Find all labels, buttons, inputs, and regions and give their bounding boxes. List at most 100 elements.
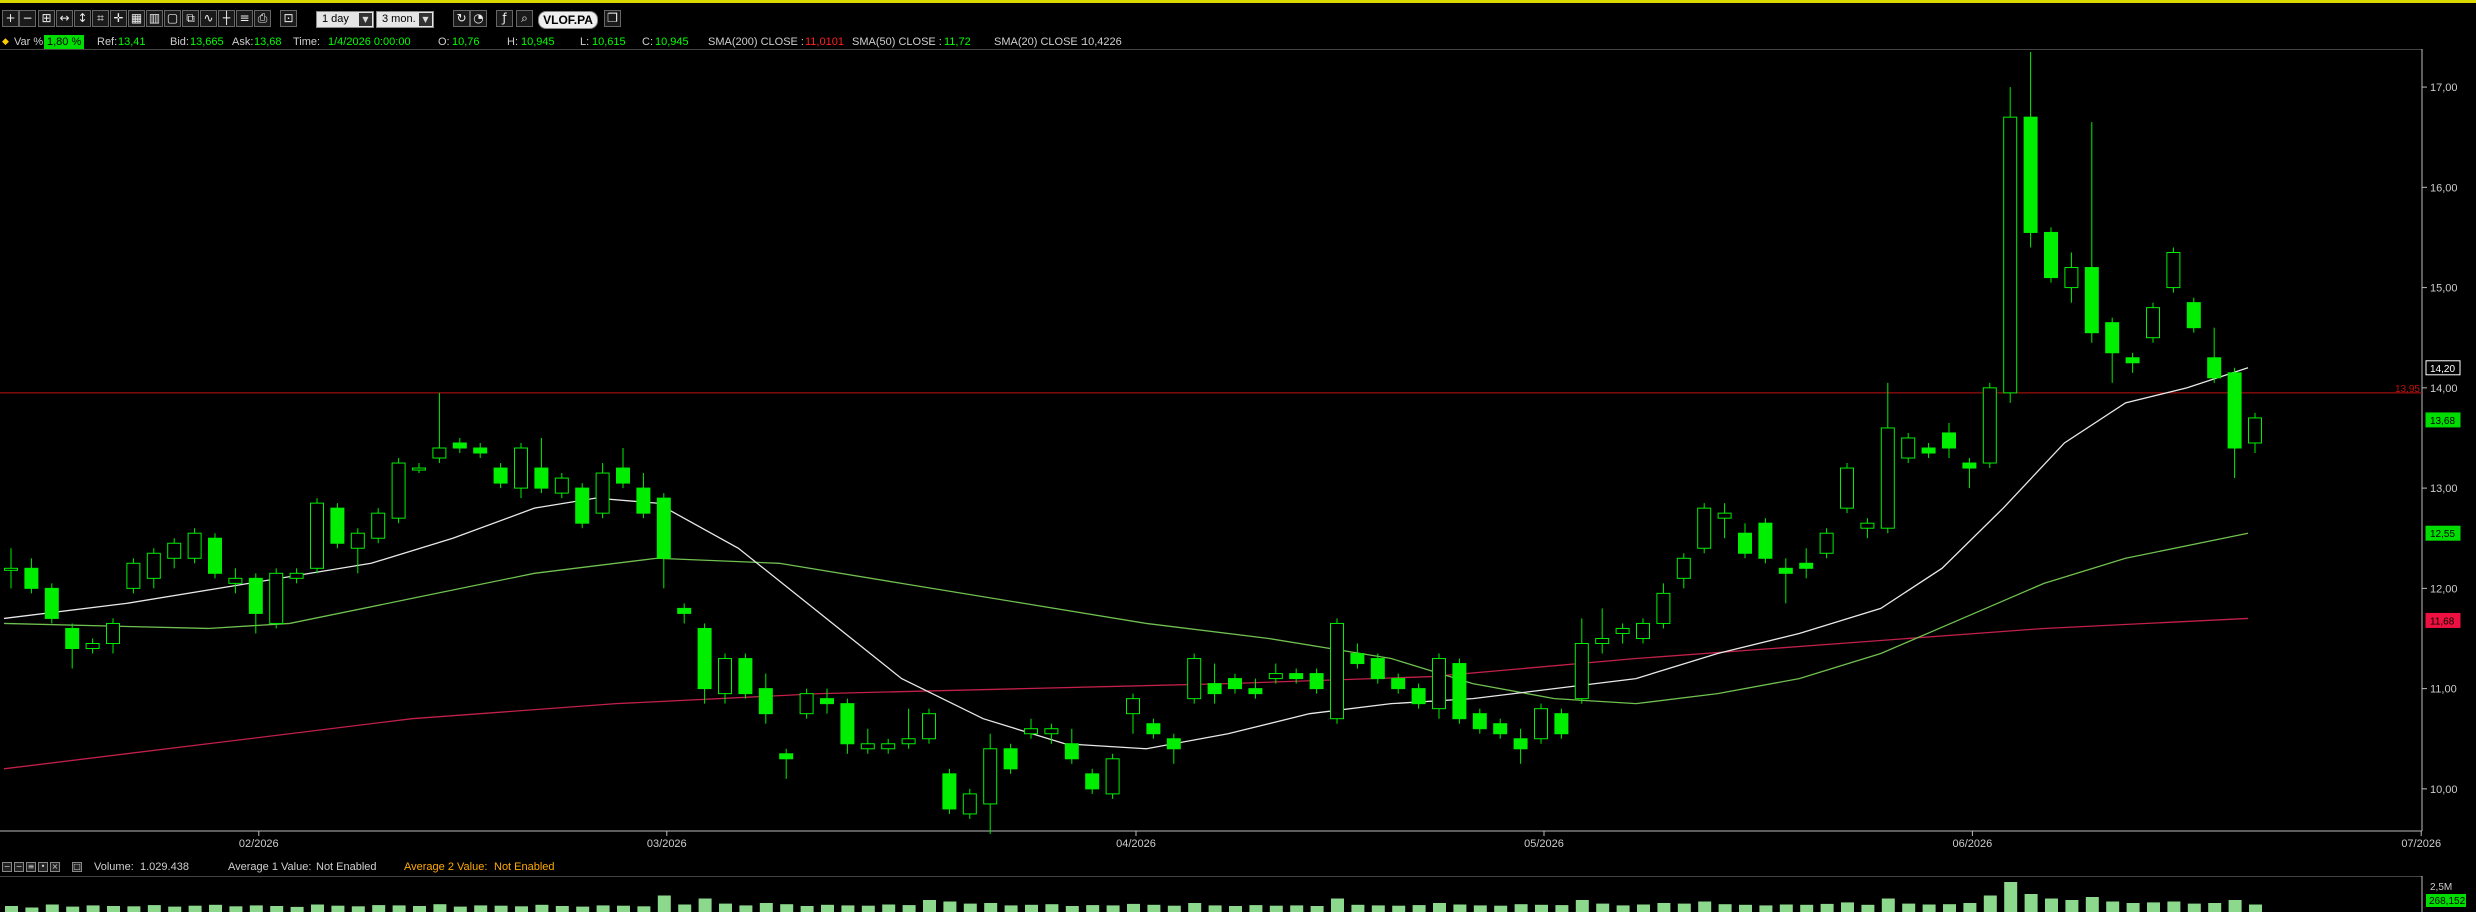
- x-tick-label: 03/2026: [647, 838, 687, 850]
- volume-bar: [535, 904, 549, 912]
- candle-body-down: [1921, 447, 1936, 454]
- volume-bar: [209, 904, 222, 912]
- candle-body-up: [1126, 698, 1140, 715]
- candle-body-down: [44, 587, 59, 619]
- volume-bar: [249, 905, 263, 912]
- volume-bar: [698, 898, 712, 912]
- x-tick-label: 06/2026: [1953, 838, 1993, 850]
- candle-body-down: [636, 487, 651, 514]
- volume-bar: [1473, 905, 1487, 912]
- interval-value: 1 day: [322, 13, 349, 25]
- pin-icon[interactable]: •: [38, 862, 48, 872]
- collapse-icon[interactable]: −: [2, 862, 12, 872]
- candle-body-up: [1819, 532, 1834, 554]
- volume-bar: [1881, 898, 1895, 912]
- quote-info-bar: ◆ Var % 1,80 % Ref: 13,41 Bid: 13,665 As…: [0, 35, 2476, 49]
- volume-bar: [5, 906, 18, 912]
- volume-bar: [270, 906, 284, 912]
- ohlc-icon[interactable]: ┼: [218, 10, 235, 27]
- volume-bar: [1657, 903, 1671, 912]
- print-icon[interactable]: ⎙: [254, 10, 271, 27]
- volume-bar: [25, 907, 39, 912]
- refresh-icon[interactable]: ↻: [453, 10, 470, 27]
- volume-bar: [1331, 898, 1344, 912]
- candle-body-down: [1513, 738, 1528, 750]
- sma20-line: [3, 367, 2249, 750]
- candle-body-up: [126, 562, 141, 589]
- candle-body-down: [738, 658, 753, 695]
- alert-icon[interactable]: ◔: [470, 10, 487, 27]
- volume-bar: [433, 904, 447, 912]
- candle-body-up: [269, 572, 284, 624]
- crosshair-icon[interactable]: ✛: [110, 10, 127, 27]
- interval-select[interactable]: 1 day ▼: [316, 11, 374, 28]
- zoom-out-icon[interactable]: −: [19, 10, 36, 27]
- candle-body-down: [65, 627, 80, 650]
- avg2-label: Average 2 Value:: [404, 861, 488, 873]
- candle-body-up: [106, 622, 120, 645]
- range-select[interactable]: 3 mon. ▼: [376, 11, 434, 28]
- volume-bar: [617, 905, 630, 912]
- avg1-label: Average 1 Value:: [228, 861, 312, 873]
- x-tick-label: 05/2026: [1524, 838, 1564, 850]
- volume-chart[interactable]: 2,5M 268,152: [0, 876, 2476, 912]
- candle-body-down: [2084, 267, 2099, 334]
- volume-bar: [1188, 903, 1202, 912]
- close-value: 10,945: [655, 36, 689, 48]
- expand-icon[interactable]: □: [72, 862, 82, 872]
- candle-body-down: [1554, 713, 1569, 735]
- ask-value: 13,68: [254, 36, 282, 48]
- bar-chart-icon[interactable]: ▥: [146, 10, 163, 27]
- grid-icon[interactable]: ▦: [128, 10, 145, 27]
- settings-icon[interactable]: ≡: [26, 862, 36, 872]
- candle-body-down: [1472, 713, 1487, 730]
- zoom-in-icon[interactable]: +: [2, 10, 19, 27]
- candlestick-icon[interactable]: ⧉: [182, 10, 199, 27]
- minimize-icon[interactable]: −: [14, 862, 24, 872]
- save-icon[interactable]: ⊡: [280, 10, 297, 27]
- x-tick-label: 02/2026: [239, 838, 279, 850]
- volume-bar: [637, 906, 651, 912]
- candle-body-up: [289, 572, 304, 579]
- candle-body-up: [2003, 116, 2018, 394]
- zoom-y-icon[interactable]: ↕: [74, 10, 91, 27]
- volume-bar: [1086, 905, 1100, 912]
- window-icon[interactable]: ▢: [164, 10, 181, 27]
- close-icon[interactable]: ×: [50, 862, 60, 872]
- price-chart[interactable]: 10,00 11,00 12,00 13,00 14,00 15,00 16,00 17,00…: [0, 49, 2476, 858]
- candle-body-down: [1064, 743, 1079, 760]
- volume-bar: [66, 906, 80, 912]
- candle-body-up: [1697, 507, 1712, 549]
- symbol-field[interactable]: VLOF.PA: [538, 11, 598, 29]
- candle-body-up: [595, 472, 610, 514]
- candle-body-up: [1840, 467, 1854, 509]
- var-label: Var %: [14, 36, 44, 48]
- volume-bar: [902, 905, 916, 912]
- volume-bar: [1943, 904, 1956, 912]
- volume-bar: [1106, 905, 1120, 912]
- high-value: 10,945: [521, 36, 555, 48]
- candle-body-up: [412, 467, 426, 471]
- volume-bar: [1208, 905, 1222, 912]
- indicator-icon[interactable]: ƒ: [496, 10, 513, 27]
- search-icon[interactable]: ⌕: [516, 10, 533, 27]
- candle-body-down: [1962, 462, 1977, 469]
- x-tick-label: 07/2026: [2401, 838, 2441, 850]
- candle-body-up: [922, 713, 936, 740]
- line-chart-icon[interactable]: ∿: [200, 10, 217, 27]
- volume-bar: [1555, 905, 1569, 912]
- zoom-fit-icon[interactable]: ⊞: [38, 10, 55, 27]
- window-copy-icon[interactable]: ❐: [604, 10, 621, 27]
- ruler-icon[interactable]: ≡: [236, 10, 253, 27]
- volume-bar: [2147, 902, 2160, 912]
- chevron-down-icon: ▼: [359, 13, 372, 26]
- volume-bar: [1596, 903, 1610, 912]
- zoom-area-icon[interactable]: ⌗: [92, 10, 109, 27]
- candle-body-down: [942, 773, 957, 810]
- sma50-label: SMA(50) CLOSE :: [852, 36, 942, 48]
- volume-bar: [1310, 906, 1324, 912]
- volume-bar: [1820, 903, 1834, 912]
- candle-body-down: [1289, 673, 1304, 680]
- zoom-x-icon[interactable]: ↔: [56, 10, 73, 27]
- volume-bar: [2167, 901, 2181, 912]
